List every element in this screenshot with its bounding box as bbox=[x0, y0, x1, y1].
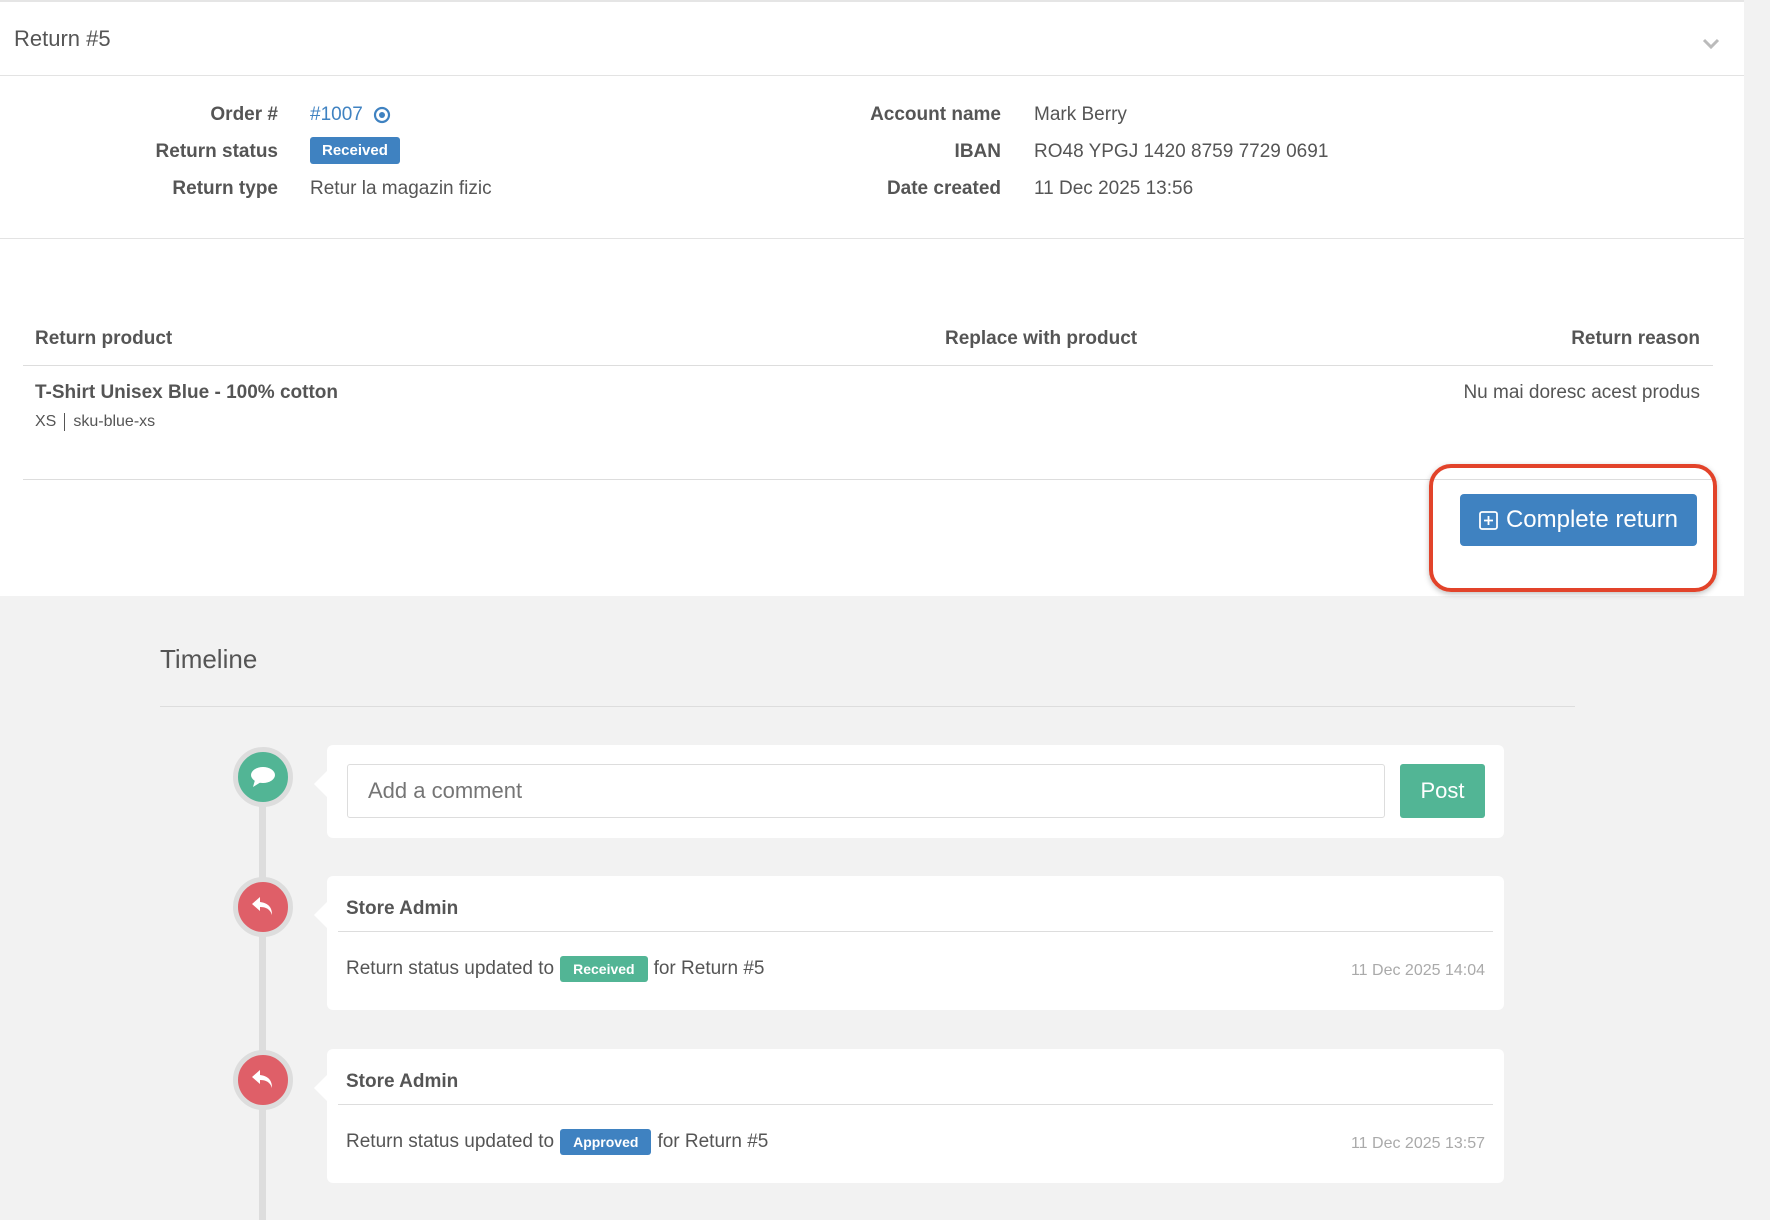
comment-bubble-icon bbox=[233, 747, 293, 807]
product-name: T-Shirt Unisex Blue - 100% cotton bbox=[35, 382, 338, 403]
order-label: Order # bbox=[210, 104, 278, 125]
col-replace-product: Replace with product bbox=[945, 328, 1138, 349]
account-name-value: Mark Berry bbox=[1034, 104, 1127, 125]
highlight-box bbox=[1429, 464, 1717, 592]
col-return-reason: Return reason bbox=[1571, 328, 1700, 349]
timeline-title: Timeline bbox=[160, 644, 258, 674]
header-divider bbox=[0, 75, 1744, 76]
return-title: Return #5 bbox=[14, 26, 111, 51]
iban-value: RO48 YPGJ 1420 8759 7729 0691 bbox=[1034, 141, 1329, 162]
event-text-prefix: Return status updated to bbox=[346, 1131, 555, 1152]
timeline-divider bbox=[160, 706, 1575, 707]
timeline-event: Store Admin Return status updated to App… bbox=[314, 1049, 1504, 1183]
event-status-badge: Approved bbox=[560, 1129, 652, 1155]
event-divider bbox=[338, 931, 1493, 932]
date-created-value: 11 Dec 2025 13:56 bbox=[1034, 178, 1194, 199]
product-sku: sku-blue-xs bbox=[73, 413, 156, 430]
product-size: XS bbox=[35, 413, 57, 430]
reply-icon bbox=[233, 1050, 293, 1110]
event-status-badge: Received bbox=[560, 956, 648, 982]
account-name-label: Account name bbox=[870, 104, 1001, 125]
timeline-line bbox=[259, 780, 266, 1220]
event-text-suffix: for Return #5 bbox=[657, 1131, 769, 1152]
comment-input[interactable] bbox=[347, 764, 1385, 818]
iban-label: IBAN bbox=[954, 141, 1001, 162]
separator bbox=[64, 413, 66, 431]
return-type-value: Retur la magazin fizic bbox=[310, 178, 492, 199]
date-created-label: Date created bbox=[886, 178, 1001, 199]
col-return-product: Return product bbox=[35, 328, 173, 349]
return-type-label: Return type bbox=[172, 178, 278, 199]
return-reason: Nu mai doresc acest produs bbox=[1463, 382, 1700, 403]
timeline-event: Store Admin Return status updated to Rec… bbox=[314, 876, 1504, 1010]
post-button[interactable]: Post bbox=[1400, 764, 1485, 818]
chevron-down-icon[interactable] bbox=[1700, 32, 1722, 54]
return-status-label: Return status bbox=[155, 141, 278, 162]
event-text-prefix: Return status updated to bbox=[346, 958, 555, 979]
info-divider bbox=[0, 238, 1744, 239]
table-header-divider bbox=[23, 365, 1713, 366]
event-text-suffix: for Return #5 bbox=[653, 958, 765, 979]
target-icon[interactable] bbox=[373, 106, 391, 124]
reply-icon bbox=[233, 877, 293, 937]
event-divider bbox=[338, 1104, 1493, 1105]
comment-card: Post bbox=[314, 745, 1504, 838]
event-timestamp: 11 Dec 2025 13:57 bbox=[1350, 1135, 1485, 1152]
order-link[interactable]: #1007 bbox=[310, 104, 363, 126]
event-author: Store Admin bbox=[346, 1071, 459, 1092]
event-author: Store Admin bbox=[346, 898, 459, 919]
event-timestamp: 11 Dec 2025 14:04 bbox=[1350, 962, 1485, 979]
return-status-badge: Received bbox=[310, 137, 400, 164]
